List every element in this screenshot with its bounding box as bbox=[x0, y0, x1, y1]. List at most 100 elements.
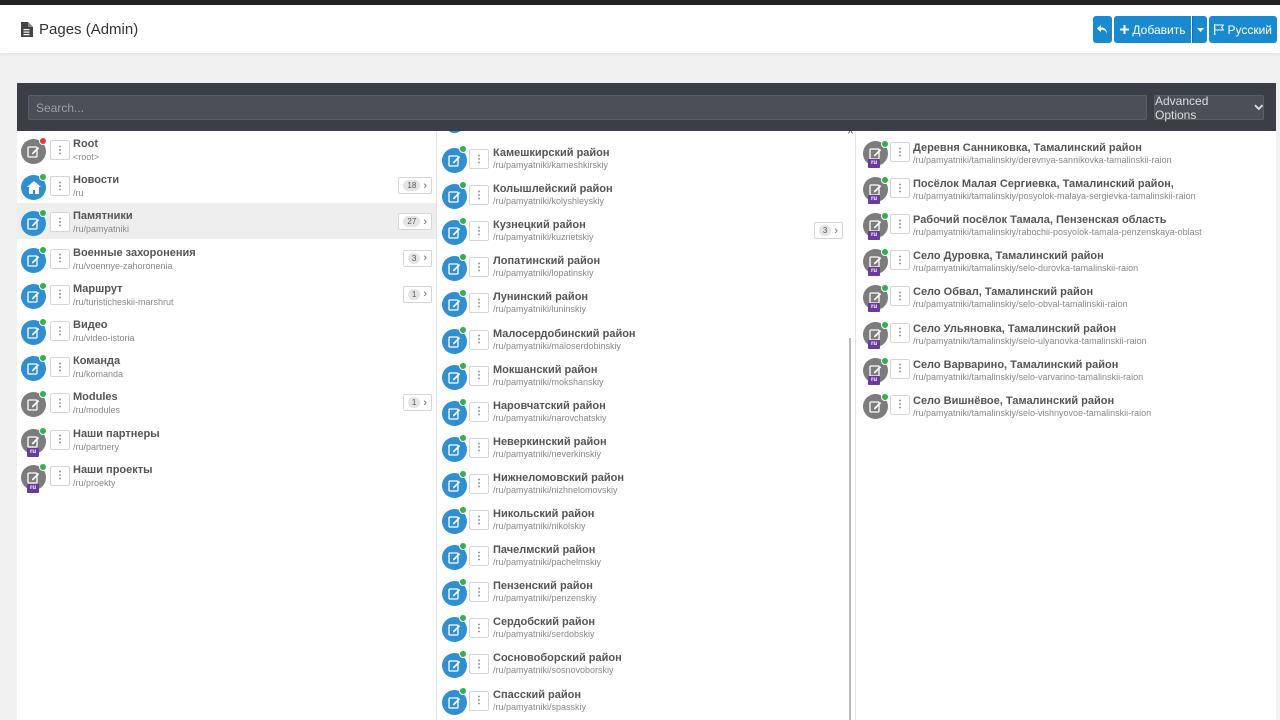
page-row[interactable]: ⋮ Мокшанский район/ru/pamyatniki/mokshans… bbox=[437, 353, 855, 390]
page-title-link[interactable]: Наровчатский район bbox=[493, 400, 606, 412]
row-menu-button[interactable]: ⋮ bbox=[469, 473, 489, 494]
page-title-link[interactable]: Лопатинский район bbox=[493, 255, 600, 267]
row-menu-button[interactable]: ⋮ bbox=[469, 185, 489, 206]
page-title-link[interactable]: Видео bbox=[73, 319, 108, 331]
page-row[interactable]: ⋮ Пачелмский район/ru/pamyatniki/pachelms… bbox=[437, 533, 855, 571]
page-row[interactable]: ⋮ Лопатинский район/ru/pamyatniki/lopatin… bbox=[437, 244, 855, 282]
page-row[interactable]: ru ⋮ Село Варварино, Тамалинский район/ru/… bbox=[856, 351, 1276, 387]
row-menu-button[interactable]: ⋮ bbox=[50, 321, 70, 341]
row-menu-button[interactable]: ⋮ bbox=[469, 546, 489, 567]
page-row[interactable]: ⋮ Видео/ru/video-istoria bbox=[17, 312, 436, 348]
page-title-link[interactable]: Наши проекты bbox=[73, 464, 153, 476]
page-title-link[interactable]: Новости bbox=[73, 174, 119, 186]
page-title-link[interactable]: Неверкинский район bbox=[493, 436, 607, 448]
row-menu-button[interactable]: ⋮ bbox=[50, 284, 70, 305]
page-title-link[interactable]: Команда bbox=[73, 355, 120, 367]
page-title-link[interactable]: Маршрут bbox=[73, 283, 123, 295]
row-menu-button[interactable]: ⋮ bbox=[890, 214, 910, 235]
page-title-link[interactable]: Памятники bbox=[73, 210, 133, 222]
page-title-link[interactable]: Кузнецкий район bbox=[493, 219, 586, 231]
page-title-link[interactable]: Рабочий посёлок Тамала, Пензенская облас… bbox=[913, 214, 1167, 226]
row-menu-button[interactable]: ⋮ bbox=[50, 357, 70, 378]
page-row[interactable]: ⋮ Команда/ru/komanda bbox=[17, 348, 436, 384]
row-menu-button[interactable]: ⋮ bbox=[50, 465, 70, 486]
page-title-link[interactable]: Село Ульяновка, Тамалинский район bbox=[913, 323, 1116, 335]
row-menu-button[interactable]: ⋮ bbox=[890, 394, 910, 415]
row-menu-button[interactable]: ⋮ bbox=[469, 582, 489, 603]
page-title-link[interactable]: Колышлейский район bbox=[493, 183, 613, 195]
page-row[interactable]: ⋮ Modules/ru/modules 1 › bbox=[17, 384, 436, 420]
page-title-link[interactable]: Лунинский район bbox=[493, 291, 588, 303]
page-row[interactable]: ru ⋮ Наши проекты/ru/proekty bbox=[17, 457, 436, 493]
page-title-link[interactable]: Военные захоронения bbox=[73, 247, 196, 259]
row-menu-button[interactable]: ⋮ bbox=[890, 322, 910, 343]
page-row[interactable]: ⋮ Root <root> bbox=[17, 131, 436, 167]
children-count-button[interactable]: 1 › bbox=[402, 394, 432, 412]
page-row[interactable]: ⋮ Сосновоборский район/ru/pamyatniki/sosn… bbox=[437, 641, 855, 679]
page-row[interactable]: ru ⋮ Посёлок Малая Сергиевка, Тамалинский … bbox=[856, 170, 1276, 206]
page-title-link[interactable]: Сердобский район bbox=[493, 616, 595, 628]
page-title-link[interactable]: Камешкирский район bbox=[493, 147, 610, 159]
page-title-link[interactable]: Посёлок Малая Сергиевка, Тамалинский рай… bbox=[913, 178, 1174, 190]
page-row[interactable]: ⋮ Неверкинский район/ru/pamyatniki/neverk… bbox=[437, 425, 855, 462]
page-row[interactable]: ⋮ Малосердобинский район/ru/pamyatniki/ma… bbox=[437, 317, 855, 354]
page-title-link[interactable]: Сосновоборский район bbox=[493, 652, 622, 664]
page-row[interactable]: ⋮ Колышлейский район/ru/pamyatniki/kolysh… bbox=[437, 172, 855, 210]
page-title-link[interactable]: Село Обвал, Тамалинский район bbox=[913, 286, 1093, 298]
page-title-link[interactable]: Никольский район bbox=[493, 508, 594, 520]
row-menu-button[interactable]: ⋮ bbox=[50, 393, 70, 414]
add-dropdown-toggle[interactable] bbox=[1192, 16, 1208, 43]
scrollbar-thumb[interactable] bbox=[849, 338, 851, 720]
language-button[interactable]: Русский bbox=[1209, 16, 1277, 43]
page-row[interactable]: ⋮ Памятники/ru/pamyatniki 27 › bbox=[17, 203, 436, 240]
row-menu-button[interactable]: ⋮ bbox=[469, 293, 489, 314]
page-title-link[interactable]: Пензенский район bbox=[493, 580, 593, 592]
page-row[interactable]: ⋮ Камешкирский район/ru/pamyatniki/kamesh… bbox=[437, 136, 855, 173]
row-menu-button[interactable]: ⋮ bbox=[50, 429, 70, 450]
children-count-button[interactable]: 3 › bbox=[402, 249, 432, 267]
page-title-link[interactable]: Малосердобинский район bbox=[493, 328, 636, 340]
children-count-button[interactable]: 3 › bbox=[813, 222, 843, 240]
page-title-link[interactable]: Село Варварино, Тамалинский район bbox=[913, 359, 1118, 371]
children-count-button[interactable]: 18 › bbox=[398, 177, 432, 195]
row-menu-button[interactable]: ⋮ bbox=[50, 248, 70, 269]
row-menu-button[interactable]: ⋮ bbox=[50, 140, 70, 160]
children-count-button[interactable]: 27 › bbox=[398, 213, 432, 231]
search-input[interactable] bbox=[28, 95, 1147, 120]
row-menu-button[interactable]: ⋮ bbox=[890, 142, 910, 162]
row-menu-button[interactable]: ⋮ bbox=[469, 221, 489, 242]
page-row[interactable]: ru ⋮ Рабочий посёлок Тамала, Пензенская об… bbox=[856, 206, 1276, 242]
children-count-button[interactable]: 1 › bbox=[402, 285, 432, 303]
page-row[interactable]: ru ⋮ Деревня Санниковка, Тамалинский район… bbox=[856, 134, 1276, 170]
page-row[interactable]: ⋮ Новости/ru 18 › bbox=[17, 167, 436, 203]
row-menu-button[interactable]: ⋮ bbox=[890, 178, 910, 199]
page-title-link[interactable]: Modules bbox=[73, 391, 118, 403]
row-menu-button[interactable]: ⋮ bbox=[50, 212, 70, 233]
page-title-link[interactable]: Село Дуровка, Тамалинский район bbox=[913, 250, 1104, 262]
row-menu-button[interactable]: ⋮ bbox=[469, 149, 489, 169]
page-row[interactable]: ⋮ Лунинский район/ru/pamyatniki/luninskiy bbox=[437, 280, 855, 318]
page-title-link[interactable]: Root bbox=[73, 138, 98, 150]
page-row[interactable]: ⋮ Маршрут/ru/turisticheskii-marshrut 1 › bbox=[17, 276, 436, 312]
row-menu-button[interactable]: ⋮ bbox=[469, 329, 489, 350]
page-row[interactable]: ⋮ Кузнецкий район/ru/pamyatniki/kuznetski… bbox=[437, 208, 855, 246]
page-row[interactable]: ⋮ Наровчатский район/ru/pamyatniki/narovc… bbox=[437, 389, 855, 426]
scroll-up-arrow[interactable]: ^ bbox=[846, 130, 855, 140]
row-menu-button[interactable]: ⋮ bbox=[50, 176, 70, 197]
page-row[interactable]: ⋮ Никольский район/ru/pamyatniki/nikolski… bbox=[437, 497, 855, 534]
row-menu-button[interactable]: ⋮ bbox=[469, 510, 489, 530]
page-row[interactable]: ru ⋮ Село Обвал, Тамалинский район/ru/pamy… bbox=[856, 278, 1276, 314]
page-title-link[interactable]: Село Вишнёвое, Тамалинский район bbox=[913, 395, 1114, 407]
page-row[interactable]: ru ⋮ Село Ульяновка, Тамалинский район/ru/… bbox=[856, 315, 1276, 351]
advanced-options-button[interactable]: Advanced Options bbox=[1154, 94, 1264, 122]
page-title-link[interactable]: Наши партнеры bbox=[73, 428, 160, 440]
page-row[interactable]: ru ⋮ Наши партнеры/ru/partnery bbox=[17, 421, 436, 457]
row-menu-button[interactable]: ⋮ bbox=[469, 365, 489, 386]
page-title-link[interactable]: Пачелмский район bbox=[493, 544, 595, 556]
row-menu-button[interactable]: ⋮ bbox=[890, 358, 910, 379]
add-button[interactable]: Добавить bbox=[1114, 16, 1192, 43]
page-row[interactable]: ⋮ Военные захоронения/ru/voennye-zahorone… bbox=[17, 240, 436, 276]
row-menu-button[interactable]: ⋮ bbox=[890, 250, 910, 271]
page-title-link[interactable]: Деревня Санниковка, Тамалинский район bbox=[913, 142, 1142, 154]
back-button[interactable] bbox=[1093, 16, 1113, 43]
